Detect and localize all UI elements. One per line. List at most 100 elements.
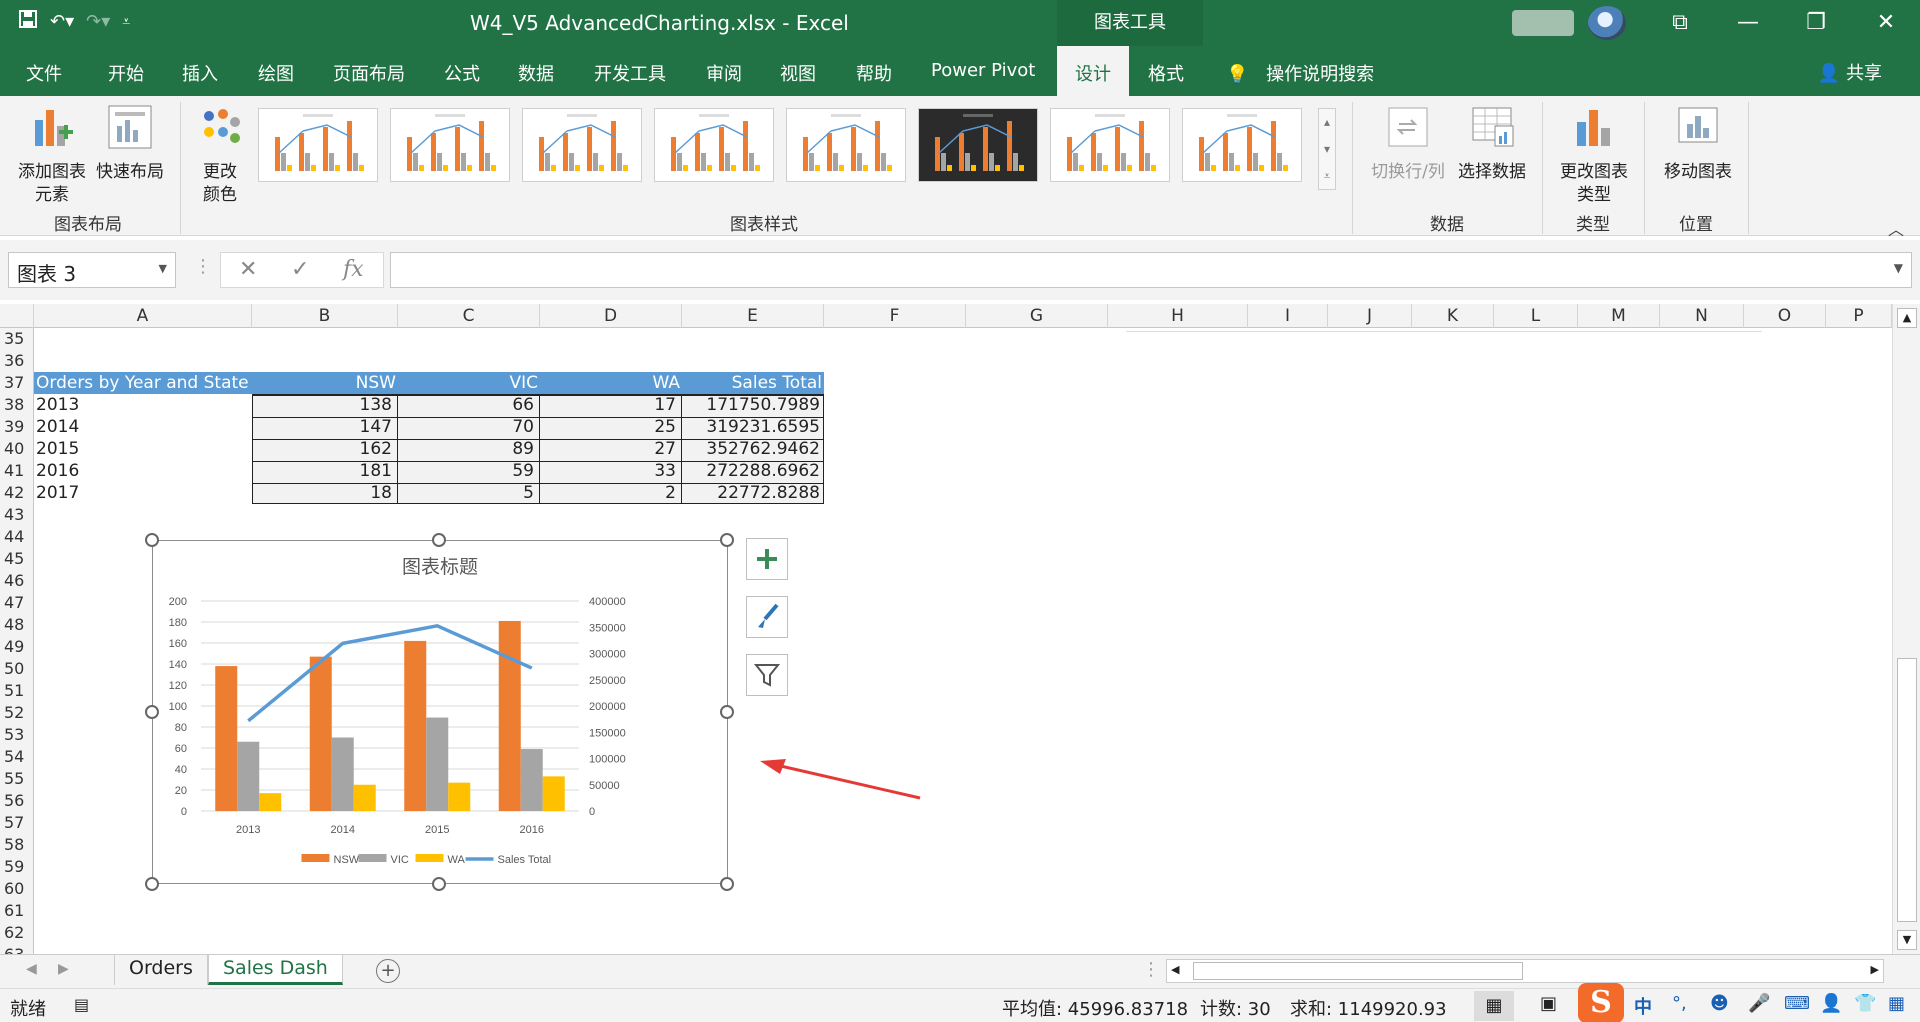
row-header[interactable]: 35 [0, 328, 34, 350]
chart-style-thumbnail[interactable] [1182, 108, 1302, 182]
table-cell-sales[interactable]: 272288.6962 [684, 460, 820, 482]
row-header[interactable]: 42 [0, 482, 34, 504]
table-cell-sales[interactable]: 352762.9462 [684, 438, 820, 460]
ime-language[interactable]: 中 [1634, 993, 1652, 1019]
row-header[interactable]: 40 [0, 438, 34, 460]
tab-page-layout[interactable]: 页面布局 [333, 60, 405, 88]
tab-design[interactable]: 设计 [1057, 46, 1129, 96]
toolbox-icon[interactable]: ▦ [1888, 993, 1905, 1014]
row-header[interactable]: 45 [0, 548, 34, 570]
row-header[interactable]: 58 [0, 834, 34, 856]
tab-home[interactable]: 开始 [108, 60, 144, 88]
row-header[interactable]: 36 [0, 350, 34, 372]
switch-row-column-button[interactable]: 切换行/列 [1368, 104, 1448, 184]
gallery-scroll[interactable]: ▴ ▾ ⩡ [1318, 108, 1336, 190]
table-cell-year[interactable]: 2014 [36, 416, 79, 438]
table-cell-vic[interactable]: 70 [400, 416, 534, 438]
tab-developer[interactable]: 开发工具 [594, 60, 666, 88]
row-header[interactable]: 50 [0, 658, 34, 680]
row-header[interactable]: 55 [0, 768, 34, 790]
name-box-dropdown-icon[interactable]: ▼ [159, 262, 167, 275]
name-box[interactable]: 图表 3 ▼ [8, 252, 176, 288]
hscroll-thumb[interactable] [1193, 962, 1523, 980]
chart-style-thumbnail[interactable] [918, 108, 1038, 182]
vertical-scrollbar[interactable]: ▲ ▼ [1892, 304, 1920, 954]
chart-style-thumbnail[interactable] [654, 108, 774, 182]
scroll-down-icon[interactable]: ▼ [1897, 930, 1917, 950]
column-header[interactable]: C [398, 304, 540, 328]
row-header[interactable]: 37 [0, 372, 34, 394]
row-header[interactable]: 41 [0, 460, 34, 482]
chart-object[interactable]: 图表标题 0 20 40 60 80 100 120 140 160 180 200 0 50000 100… [152, 540, 728, 884]
sogou-ime-icon[interactable]: S [1578, 983, 1624, 1022]
add-sheet-icon[interactable]: + [376, 959, 400, 983]
resize-handle-right[interactable] [720, 705, 734, 719]
row-header[interactable]: 56 [0, 790, 34, 812]
tab-review[interactable]: 审阅 [706, 60, 742, 88]
table-cell-nsw[interactable]: 138 [254, 394, 392, 416]
quick-layout-button[interactable]: 快速布局 [92, 104, 168, 184]
chart-style-thumbnail[interactable] [390, 108, 510, 182]
redo-icon[interactable]: ↷▾ [86, 11, 110, 32]
collapse-ribbon-icon[interactable]: ︿ [1888, 216, 1904, 240]
column-header[interactable]: K [1412, 304, 1494, 328]
column-header[interactable]: I [1248, 304, 1328, 328]
undo-icon[interactable]: ↶▾ [50, 11, 74, 32]
sheet-scroll-right-icon[interactable]: ▶ [58, 961, 69, 977]
select-data-button[interactable]: 选择数据 [1452, 104, 1532, 184]
account-name[interactable] [1512, 10, 1574, 36]
scroll-left-icon[interactable]: ◀ [1171, 963, 1179, 976]
save-icon[interactable] [18, 9, 38, 34]
tab-draw[interactable]: 绘图 [258, 60, 294, 88]
sheet-scroll-left-icon[interactable]: ◀ [26, 961, 37, 977]
row-header[interactable]: 52 [0, 702, 34, 724]
chart-filters-button[interactable] [746, 654, 788, 696]
row-header[interactable]: 43 [0, 504, 34, 526]
table-cell-wa[interactable]: 25 [542, 416, 676, 438]
column-header[interactable]: L [1494, 304, 1578, 328]
resize-handle-bottom[interactable] [432, 877, 446, 891]
table-cell-wa[interactable]: 17 [542, 394, 676, 416]
column-header[interactable]: J [1328, 304, 1412, 328]
row-header[interactable]: 61 [0, 900, 34, 922]
column-header[interactable]: M [1578, 304, 1660, 328]
row-header[interactable]: 59 [0, 856, 34, 878]
row-header[interactable]: 46 [0, 570, 34, 592]
tab-format[interactable]: 格式 [1148, 60, 1184, 88]
row-header[interactable]: 57 [0, 812, 34, 834]
tab-view[interactable]: 视图 [780, 60, 816, 88]
customize-qat-icon[interactable]: ⩡ [122, 14, 130, 30]
row-header[interactable]: 38 [0, 394, 34, 416]
table-cell-vic[interactable]: 5 [400, 482, 534, 504]
table-cell-sales[interactable]: 22772.8288 [684, 482, 820, 504]
add-chart-element-button[interactable]: 添加图表元素 [10, 104, 94, 207]
share-button[interactable]: 👤 共享 [1818, 59, 1882, 85]
row-header[interactable]: 62 [0, 922, 34, 944]
sheet-tab-orders[interactable]: Orders [114, 955, 208, 985]
column-header[interactable]: A [34, 304, 252, 328]
chart-style-thumbnail[interactable] [258, 108, 378, 182]
formula-input[interactable]: ▼ [390, 252, 1912, 288]
resize-handle-top-right[interactable] [720, 533, 734, 547]
cancel-icon[interactable]: ✕ [239, 257, 257, 282]
table-cell-vic[interactable]: 59 [400, 460, 534, 482]
minimize-icon[interactable]: — [1728, 7, 1768, 39]
column-header[interactable]: H [1108, 304, 1248, 328]
microphone-icon[interactable]: 🎤 [1748, 993, 1770, 1014]
table-cell-nsw[interactable]: 18 [254, 482, 392, 504]
chart-elements-button[interactable] [746, 538, 788, 580]
column-header[interactable]: G [966, 304, 1108, 328]
column-header[interactable]: O [1744, 304, 1826, 328]
close-icon[interactable]: ✕ [1866, 7, 1906, 39]
ribbon-display-icon[interactable]: ⧉ [1660, 7, 1700, 39]
row-header[interactable]: 47 [0, 592, 34, 614]
row-header[interactable]: 53 [0, 724, 34, 746]
table-cell-nsw[interactable]: 162 [254, 438, 392, 460]
chart-styles-button[interactable] [746, 596, 788, 638]
row-header[interactable]: 54 [0, 746, 34, 768]
table-cell-nsw[interactable]: 181 [254, 460, 392, 482]
table-header-wa[interactable]: WA [540, 372, 680, 394]
table-cell-year[interactable]: 2017 [36, 482, 79, 504]
skin-icon[interactable]: 👕 [1854, 993, 1876, 1014]
keyboard-icon[interactable]: ⌨ [1784, 993, 1810, 1014]
